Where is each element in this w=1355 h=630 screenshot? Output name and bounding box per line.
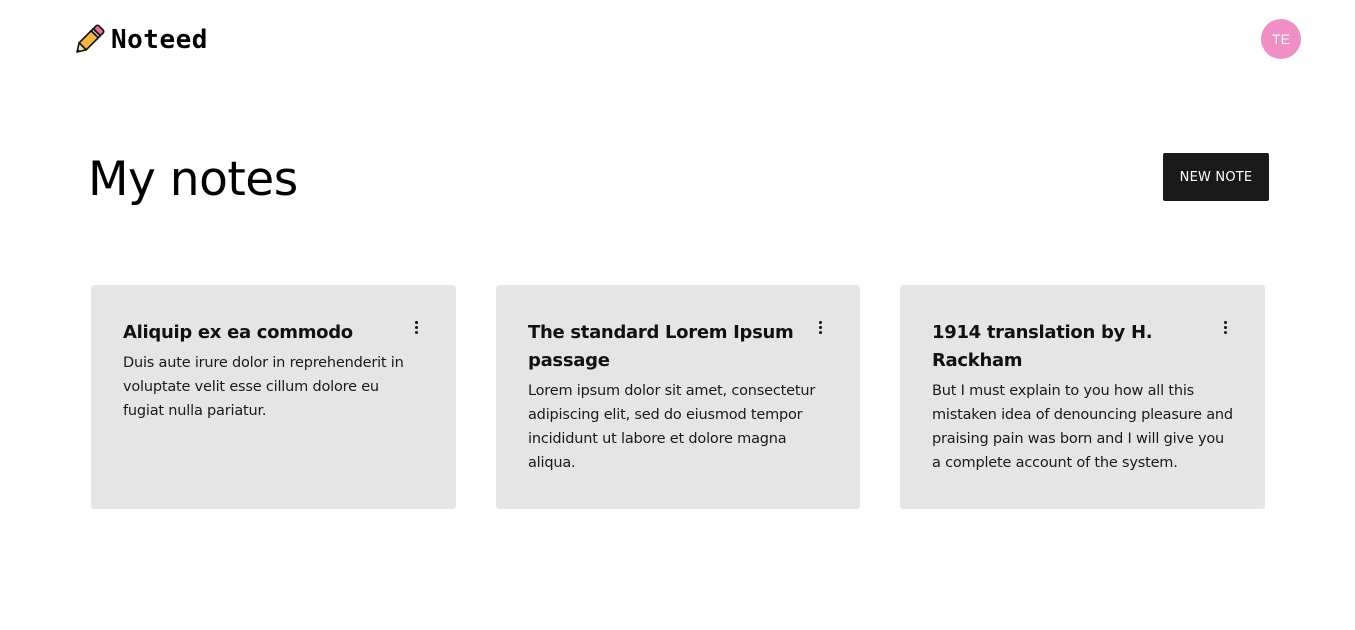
brand-name: Noteed [111, 25, 208, 55]
user-avatar[interactable]: TE [1261, 19, 1301, 59]
note-title: Aliquip ex ea commodo [123, 322, 353, 343]
notes-grid: Aliquip ex ea commodo Duis aute irure do… [91, 285, 1265, 509]
note-body: But I must explain to you how all this m… [932, 383, 1233, 471]
pencil-icon [76, 24, 105, 53]
note-card[interactable]: The standard Lorem Ipsum passage Lorem i… [496, 285, 860, 509]
note-title: The standard Lorem Ipsum passage [528, 322, 794, 371]
page-title: My notes [88, 152, 298, 207]
more-vertical-icon[interactable] [812, 317, 828, 337]
top-bar: Noteed TE [0, 0, 1355, 80]
more-vertical-icon[interactable] [408, 317, 424, 337]
note-body: Duis aute irure dolor in reprehenderit i… [123, 355, 404, 419]
note-card[interactable]: Aliquip ex ea commodo Duis aute irure do… [91, 285, 456, 509]
brand-logo-link[interactable]: Noteed [71, 22, 208, 58]
note-card[interactable]: 1914 translation by H. Rackham But I mus… [900, 285, 1265, 509]
new-note-button[interactable]: NEW NOTE [1163, 153, 1269, 201]
note-body: Lorem ipsum dolor sit amet, consectetur … [528, 383, 816, 471]
note-title: 1914 translation by H. Rackham [932, 322, 1153, 371]
more-vertical-icon[interactable] [1217, 317, 1233, 337]
